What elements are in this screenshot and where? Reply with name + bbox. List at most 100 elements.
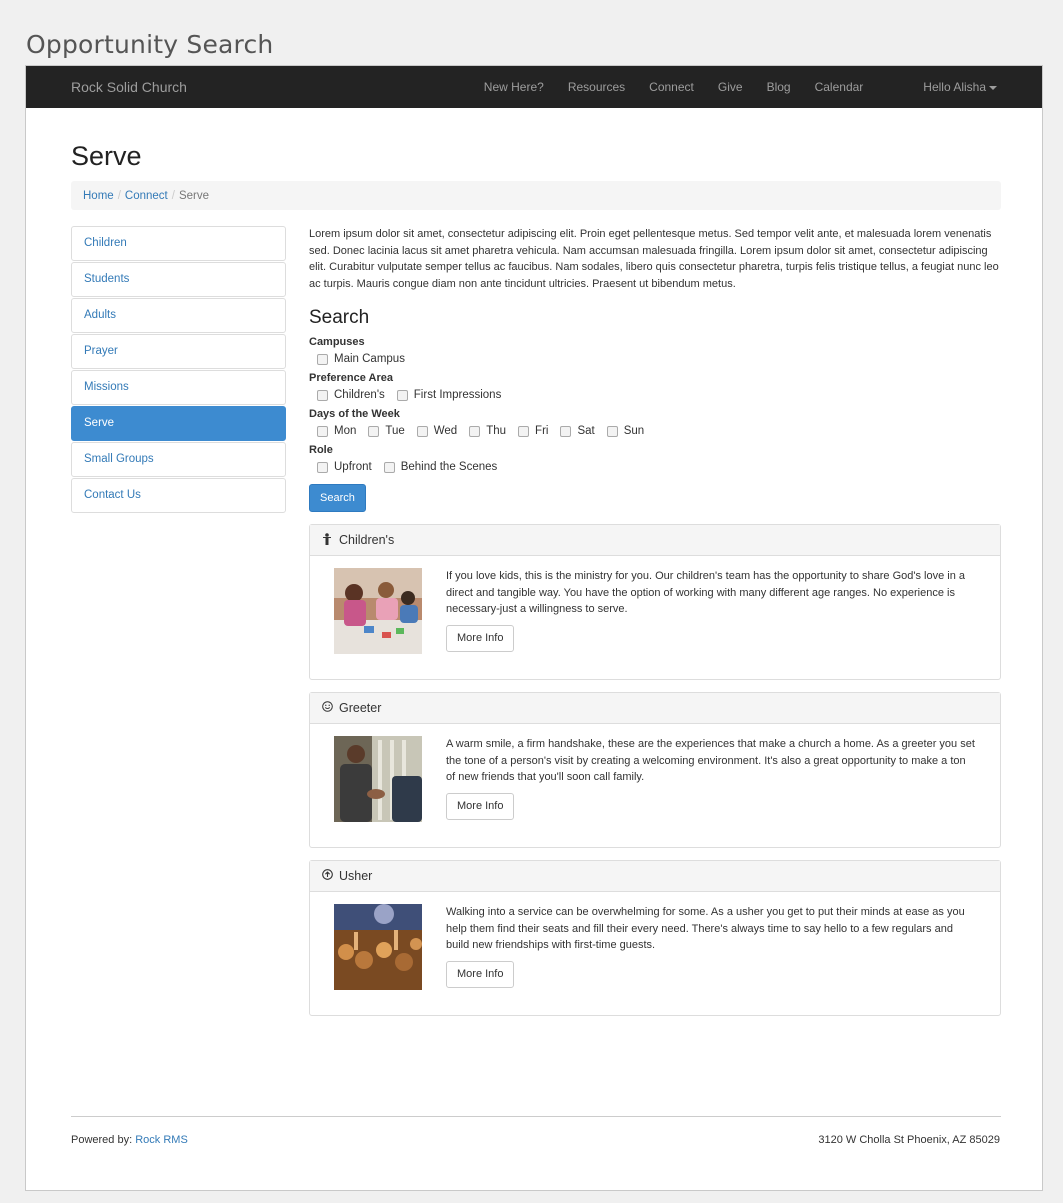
nav-link-resources[interactable]: Resources	[568, 80, 625, 94]
breadcrumb-current: Serve	[178, 189, 209, 202]
smile-icon	[322, 701, 336, 715]
preference-checkboxes: Children's First Impressions	[317, 389, 1001, 401]
breadcrumb: Home / Connect / Serve	[71, 181, 1001, 210]
filter-label-preference-area: Preference Area	[309, 372, 393, 384]
more-info-button[interactable]: More Info	[446, 792, 515, 820]
opportunity-description: A warm smile, a firm handshake, these ar…	[446, 738, 975, 783]
sidebar-item-prayer[interactable]: Prayer	[71, 334, 286, 369]
more-info-button[interactable]: More Info	[446, 624, 515, 652]
search-button[interactable]: Search	[309, 484, 366, 512]
user-menu[interactable]: Hello Alisha	[923, 80, 997, 94]
checkbox-first-impressions[interactable]: First Impressions	[396, 389, 502, 401]
checkbox-wed[interactable]: Wed	[416, 425, 458, 437]
panel-text-column: A warm smile, a firm handshake, these ar…	[446, 736, 976, 822]
checkbox-box[interactable]	[396, 389, 408, 401]
opportunity-description: Walking into a service can be overwhelmi…	[446, 906, 965, 951]
opportunity-panel-greeter: Greeter A warm smile, a firm handshake, …	[309, 692, 1001, 848]
checkbox-box[interactable]	[469, 425, 481, 437]
panel-heading: Usher	[310, 861, 1000, 892]
checkbox-box[interactable]	[416, 425, 428, 437]
caret-down-icon	[989, 85, 997, 90]
checkbox-label: Wed	[433, 425, 458, 437]
document-title: Opportunity Search	[26, 30, 274, 59]
role-checkboxes: Upfront Behind the Scenes	[317, 461, 1001, 473]
footer-address: 3120 W Cholla St Phoenix, AZ 85029	[818, 1134, 1000, 1146]
checkbox-upfront[interactable]: Upfront	[317, 461, 372, 473]
checkbox-box[interactable]	[518, 425, 530, 437]
panel-body: A warm smile, a firm handshake, these ar…	[310, 724, 1000, 834]
nav-link-blog[interactable]: Blog	[767, 80, 791, 94]
checkbox-thu[interactable]: Thu	[469, 425, 506, 437]
nav-link-new-here[interactable]: New Here?	[484, 80, 544, 94]
checkbox-sat[interactable]: Sat	[560, 425, 595, 437]
panel-heading: Greeter	[310, 693, 1000, 724]
checkbox-label: Thu	[486, 425, 507, 437]
intro-text: Lorem ipsum dolor sit amet, consectetur …	[309, 228, 999, 290]
sidebar-item-students[interactable]: Students	[71, 262, 286, 297]
panel-body: If you love kids, this is the ministry f…	[310, 556, 1000, 666]
brand-link[interactable]: Rock Solid Church	[71, 79, 187, 95]
top-navbar: Rock Solid Church New Here? Resources Co…	[26, 66, 1042, 108]
checkbox-box[interactable]	[383, 461, 395, 473]
sidebar-item-contact-us[interactable]: Contact Us	[71, 478, 286, 513]
sidebar-item-missions[interactable]: Missions	[71, 370, 286, 405]
checkbox-label: Mon	[334, 425, 357, 437]
footer-powered-by: Powered by: Rock RMS	[71, 1134, 188, 1146]
checkbox-label: Sun	[623, 425, 645, 437]
filter-label-days: Days of the Week	[309, 408, 400, 420]
sidebar-item-adults[interactable]: Adults	[71, 298, 286, 333]
checkbox-box[interactable]	[317, 425, 328, 437]
rock-rms-link[interactable]: Rock RMS	[135, 1134, 188, 1146]
breadcrumb-separator: /	[171, 189, 175, 202]
browser-page: Rock Solid Church New Here? Resources Co…	[25, 65, 1043, 1191]
nav-link-calendar[interactable]: Calendar	[815, 80, 864, 94]
breadcrumb-connect[interactable]: Connect	[125, 190, 168, 202]
side-nav: Children Students Adults Prayer Missions…	[71, 226, 286, 514]
main-nav: New Here? Resources Connect Give Blog Ca…	[460, 80, 997, 94]
checkbox-label: Fri	[535, 425, 549, 437]
panel-text-column: If you love kids, this is the ministry f…	[446, 568, 976, 654]
checkbox-tue[interactable]: Tue	[368, 425, 405, 437]
footer-divider	[71, 1116, 1001, 1117]
breadcrumb-separator: /	[117, 189, 121, 202]
checkbox-main-campus[interactable]: Main Campus	[317, 353, 405, 365]
sidebar-item-serve[interactable]: Serve	[71, 406, 286, 441]
sidebar-item-children[interactable]: Children	[71, 226, 286, 261]
checkbox-label: Sat	[577, 425, 595, 437]
more-info-button[interactable]: More Info	[446, 960, 515, 988]
checkbox-sun[interactable]: Sun	[606, 425, 645, 437]
checkbox-mon[interactable]: Mon	[317, 425, 356, 437]
filter-label-role: Role	[309, 444, 333, 456]
checkbox-box[interactable]	[317, 389, 328, 401]
checkbox-behind-the-scenes[interactable]: Behind the Scenes	[383, 461, 497, 473]
panel-body: Walking into a service can be overwhelmi…	[310, 892, 1000, 1002]
checkbox-box[interactable]	[606, 425, 618, 437]
nav-link-give[interactable]: Give	[718, 80, 743, 94]
checkbox-childrens[interactable]: Children's	[317, 389, 385, 401]
child-icon	[322, 532, 336, 548]
days-checkboxes: Mon Tue Wed Thu Fri Sat Sun	[317, 425, 1001, 437]
checkbox-label: First Impressions	[413, 389, 502, 401]
filter-label-campuses: Campuses	[309, 336, 365, 348]
checkbox-box[interactable]	[317, 461, 328, 473]
breadcrumb-home[interactable]: Home	[83, 190, 114, 202]
circle-arrow-icon	[322, 869, 336, 883]
checkbox-label: Tue	[385, 425, 405, 437]
panel-title: Usher	[339, 869, 373, 883]
powered-by-label: Powered by:	[71, 1134, 133, 1146]
checkbox-label: Upfront	[334, 461, 372, 473]
sidebar-item-small-groups[interactable]: Small Groups	[71, 442, 286, 477]
panel-title: Children's	[339, 533, 395, 547]
panel-text-column: Walking into a service can be overwhelmi…	[446, 904, 976, 990]
checkbox-box[interactable]	[317, 353, 328, 365]
checkbox-box[interactable]	[560, 425, 572, 437]
checkbox-fri[interactable]: Fri	[518, 425, 548, 437]
greeter-photo	[334, 736, 422, 822]
nav-link-connect[interactable]: Connect	[649, 80, 694, 94]
panel-title: Greeter	[339, 701, 382, 715]
panel-heading: Children's	[310, 525, 1000, 556]
opportunity-panel-usher: Usher Walking into a service can be over…	[309, 860, 1001, 1016]
opportunity-description: If you love kids, this is the ministry f…	[446, 570, 965, 615]
checkbox-label: Children's	[334, 389, 385, 401]
checkbox-box[interactable]	[368, 425, 380, 437]
